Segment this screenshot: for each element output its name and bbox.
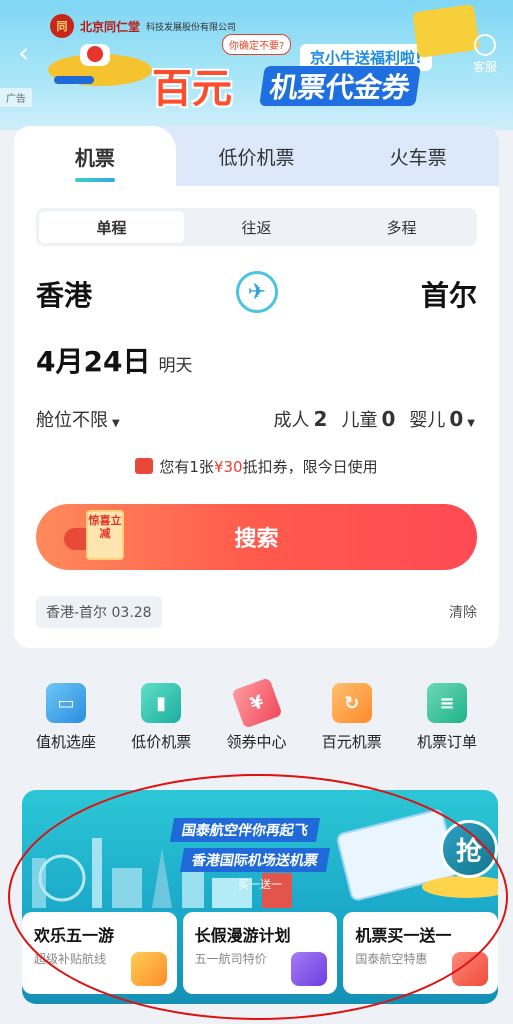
menu-orders[interactable]: ≡ 机票订单 — [403, 683, 491, 752]
cabin-label: 舱位不限 — [36, 410, 108, 431]
promo-cards: 欢乐五一游 超级补贴航线 长假漫游计划 五一航司特价 机票买一送一 国泰航空特惠 — [22, 912, 499, 994]
banner-decoration — [412, 3, 480, 59]
gift-envelope-icon: 惊喜立减 — [64, 500, 126, 560]
order-icon: ≡ — [427, 683, 467, 723]
ad-tag: 广告 — [0, 88, 32, 107]
question-bubble: 你确定不要? — [222, 34, 292, 55]
trip-type-selector: 单程 往返 多程 — [36, 208, 477, 246]
passenger-selector[interactable]: 成人 2 儿童 0 婴儿 0 ▼ — [274, 406, 475, 432]
promo-bogo: 买一送一 — [238, 878, 282, 891]
promo-card-title: 欢乐五一游 — [34, 926, 115, 945]
back-icon[interactable]: ‹ — [18, 36, 29, 69]
promo-card-may-day[interactable]: 欢乐五一游 超级补贴航线 — [22, 912, 177, 994]
arrival-city[interactable]: 首尔 — [421, 274, 477, 314]
cartoon-plane-illustration — [48, 44, 152, 86]
adult-number: 2 — [313, 407, 328, 431]
menu-coupon-center[interactable]: ¥ 领券中心 — [213, 677, 301, 752]
infant-number: 0 — [449, 407, 464, 431]
gift-ball-icon — [130, 952, 167, 986]
hundred-yuan-text: 百元 — [152, 66, 232, 112]
cabin-class-selector[interactable]: 舱位不限 ▼ — [36, 406, 120, 432]
chevron-down-icon: ▼ — [467, 418, 475, 429]
gift-label: 惊喜立减 — [88, 514, 122, 540]
headset-icon — [473, 34, 496, 56]
tab-flights[interactable]: 机票 — [14, 126, 176, 186]
promo-headline-1: 国泰航空伴你再起飞 — [169, 818, 321, 842]
infant-label: 婴儿 — [409, 410, 446, 431]
clear-history-button[interactable]: 清除 — [449, 602, 477, 622]
airplane-coupon-icon — [291, 952, 328, 986]
flight-search-card: 机票 低价机票 火车票 单程 往返 多程 香港 ✈ 首尔 4月24日 明天 舱位… — [14, 126, 499, 648]
voucher-amount: ¥30 — [213, 458, 243, 476]
brand-company: 科技发展股份有限公司 — [146, 22, 237, 33]
menu-label: 值机选座 — [35, 733, 96, 751]
promo-section: 国泰航空伴你再起飞 香港国际机场送机票 买一送一 抢 欢乐五一游 超级补贴航线 … — [22, 790, 499, 1008]
menu-label: 领券中心 — [226, 733, 287, 751]
category-tabs: 机票 低价机票 火车票 — [14, 126, 499, 186]
promo-card-title: 长假漫游计划 — [194, 926, 291, 945]
trip-round-trip[interactable]: 往返 — [184, 211, 329, 243]
grab-button[interactable]: 抢 — [440, 820, 498, 878]
infant-count: 婴儿 0 ▼ — [409, 406, 475, 432]
quick-menu: ▭ 值机选座 ▮ 低价机票 ¥ 领券中心 ↻ 百元机票 ≡ 机票订单 — [14, 677, 499, 752]
voucher-suffix: 抵扣券，限今日使用 — [242, 458, 378, 476]
search-label: 搜索 — [234, 527, 279, 552]
departure-date[interactable]: 4月24日 明天 — [36, 340, 192, 380]
promo-card-holiday[interactable]: 长假漫游计划 五一航司特价 — [182, 912, 338, 994]
adult-count: 成人 2 — [274, 406, 328, 432]
voucher-notice[interactable]: 您有1张¥30抵扣券，限今日使用 — [14, 456, 499, 477]
promo-card-bogo[interactable]: 机票买一送一 国泰航空特惠 — [343, 912, 499, 994]
menu-check-in[interactable]: ▭ 值机选座 — [22, 683, 110, 752]
tab-low-price-flights[interactable]: 低价机票 — [176, 126, 338, 186]
brand-name: 北京同仁堂 — [80, 19, 141, 34]
voucher-prefix: 您有1张 — [159, 458, 214, 476]
ticket-icon: ↻ — [331, 683, 372, 723]
child-count: 儿童 0 — [341, 406, 395, 432]
child-number: 0 — [381, 407, 396, 431]
ad-banner[interactable]: 同 北京同仁堂 科技发展股份有限公司 ‹ 你确定不要? 京小牛送福利啦! 百元 … — [0, 0, 513, 130]
child-label: 儿童 — [341, 410, 378, 431]
date-note: 明天 — [158, 356, 193, 376]
date-value: 4月24日 — [36, 345, 151, 378]
search-history-item[interactable]: 香港-首尔 03.28 — [36, 596, 162, 628]
customer-service-button[interactable]: 客服 — [473, 34, 497, 75]
red-envelope-icon — [135, 458, 154, 474]
menu-low-price[interactable]: ▮ 低价机票 — [117, 683, 205, 752]
gift-box-icon — [452, 952, 489, 986]
departure-city[interactable]: 香港 — [36, 274, 92, 314]
seat-icon: ▭ — [46, 683, 86, 723]
promo-headline-2: 香港国际机场送机票 — [179, 848, 331, 872]
service-label: 客服 — [472, 60, 497, 74]
search-button[interactable]: 惊喜立减 搜索 — [36, 504, 477, 570]
adult-label: 成人 — [273, 410, 310, 431]
menu-label: 百元机票 — [321, 733, 382, 751]
menu-hundred-yuan[interactable]: ↻ 百元机票 — [308, 683, 396, 752]
tab-train-tickets[interactable]: 火车票 — [337, 126, 499, 186]
trip-multi-city[interactable]: 多程 — [329, 211, 474, 243]
coupon-tag-icon: ¥ — [230, 677, 283, 729]
pedestal-decoration — [422, 876, 498, 898]
wallet-icon: ▮ — [141, 683, 182, 723]
chevron-down-icon: ▼ — [112, 418, 120, 429]
coupon-text: 机票代金券 — [259, 66, 421, 106]
menu-label: 机票订单 — [416, 733, 477, 751]
swap-cities-icon[interactable]: ✈ — [236, 271, 278, 313]
menu-label: 低价机票 — [131, 733, 192, 751]
promo-card-title: 机票买一送一 — [355, 926, 452, 945]
trip-one-way[interactable]: 单程 — [39, 211, 184, 243]
